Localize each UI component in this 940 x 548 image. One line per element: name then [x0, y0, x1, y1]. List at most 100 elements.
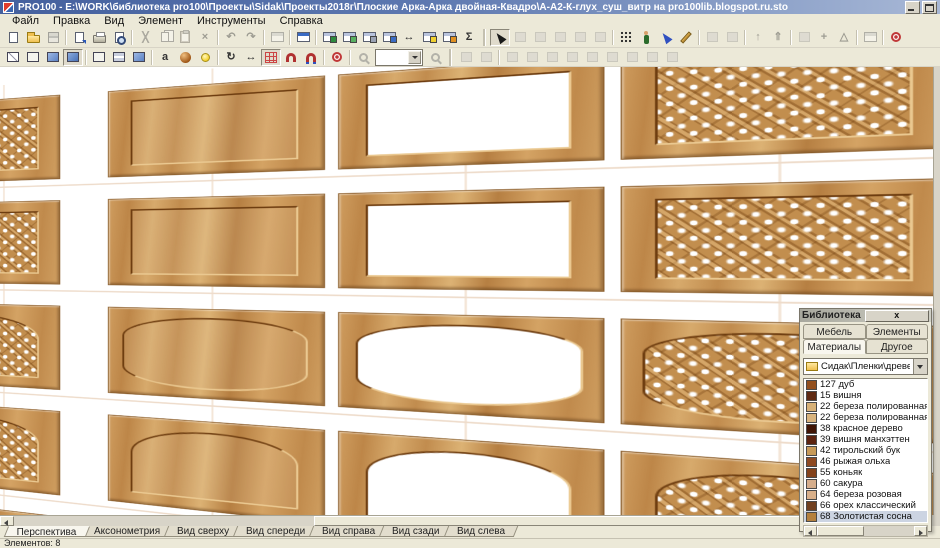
cabinet-door-glass[interactable] [338, 187, 604, 292]
cabinet-door-arch-glass[interactable] [338, 431, 604, 516]
cabinet-door-lattice[interactable] [0, 496, 60, 516]
cabinet-door-arch-lattice[interactable] [0, 302, 60, 390]
element-properties-button[interactable] [267, 29, 287, 46]
walk-tool-button[interactable] [510, 29, 530, 46]
library-tab-мебель[interactable]: Мебель [803, 324, 866, 339]
zoom-out-button[interactable] [353, 49, 373, 66]
collision-check-button[interactable] [886, 29, 906, 46]
material-item[interactable]: 22 береза полированная [804, 401, 927, 412]
material-item[interactable]: 60 сакура [804, 478, 927, 489]
view-wireframe-button[interactable] [3, 49, 23, 66]
center-vertical-button[interactable] [602, 49, 622, 66]
align-top-button[interactable] [542, 49, 562, 66]
view-textures-button[interactable] [63, 49, 83, 66]
vertical-scrollbar[interactable] [933, 67, 940, 516]
panel-dimensions-button[interactable]: ↔ [399, 29, 419, 46]
delete-button[interactable]: × [195, 29, 215, 46]
title-bar[interactable]: PRO100 - E:\WORK\библиотека pro100\Проек… [0, 0, 940, 14]
move-element-button[interactable]: + [814, 29, 834, 46]
scroll-left-arrow[interactable] [0, 516, 14, 526]
view-sketch-button[interactable] [23, 49, 43, 66]
list-scroll-thumb[interactable] [817, 526, 864, 536]
material-item[interactable]: 127 дуб [804, 379, 927, 390]
material-item[interactable]: 38 красное дерево [804, 423, 927, 434]
panel-report-button[interactable] [379, 29, 399, 46]
view-tab-вид-сзади[interactable]: Вид сзади [379, 526, 453, 537]
material-list[interactable]: 127 дуб15 вишня22 береза полированная22 … [803, 378, 928, 523]
cabinet-door-glass[interactable] [338, 67, 604, 170]
view-tab-перспектива[interactable]: Перспектива [4, 526, 90, 537]
library-tab-другое[interactable]: Другое [866, 339, 929, 354]
center-horizontal-button[interactable] [582, 49, 602, 66]
menu-item-файл[interactable]: Файл [5, 15, 46, 27]
snap-points-button[interactable] [616, 29, 636, 46]
person-view-button[interactable] [636, 29, 656, 46]
cabinet-door-quadro-glass[interactable] [338, 312, 604, 423]
rotate-element-button[interactable] [794, 29, 814, 46]
panel-accessories-button[interactable] [439, 29, 459, 46]
view-tab-вид-справа[interactable]: Вид справа [309, 526, 389, 537]
cut-button[interactable] [135, 29, 155, 46]
print-preview-button[interactable] [109, 29, 129, 46]
library-close-icon[interactable]: x [865, 310, 930, 322]
maximize-button[interactable] [922, 1, 937, 14]
print-button[interactable] [89, 29, 109, 46]
menu-item-инструменты[interactable]: Инструменты [190, 15, 273, 27]
cabinet-door-panel[interactable] [108, 194, 325, 288]
project-properties-button[interactable] [293, 29, 313, 46]
export-image-button[interactable] [69, 29, 89, 46]
select-elements-button[interactable] [656, 29, 676, 46]
copy-button[interactable] [155, 29, 175, 46]
material-item[interactable]: 22 береза полированная-скан [804, 412, 927, 423]
distribute-horizontal-button[interactable] [622, 49, 642, 66]
cabinet-door-lattice[interactable] [621, 178, 933, 297]
list-scroll-track[interactable] [864, 526, 914, 536]
menu-item-справка[interactable]: Справка [273, 15, 330, 27]
panel-elements-button[interactable] [319, 29, 339, 46]
design-canvas[interactable] [0, 67, 933, 516]
paste-button[interactable] [175, 29, 195, 46]
select-tool-button[interactable] [490, 29, 510, 46]
material-item[interactable]: 15 вишня [804, 390, 927, 401]
align-right-button[interactable] [522, 49, 542, 66]
library-title-bar[interactable]: Библиотека x [800, 309, 931, 322]
new-document-button[interactable] [3, 29, 23, 46]
zoom-in-button[interactable] [425, 49, 445, 66]
list-scroll-left-arrow[interactable] [804, 526, 817, 536]
menu-item-правка[interactable]: Правка [46, 15, 97, 27]
cabinet-door-lattice[interactable] [0, 200, 60, 284]
library-path-combobox[interactable]: Сидак\Пленки\древесные [803, 358, 928, 375]
show-solid-button[interactable] [129, 49, 149, 66]
zoom-window-button[interactable] [476, 49, 496, 66]
fit-to-wall-button[interactable] [662, 49, 682, 66]
shape-tool-button[interactable] [590, 29, 610, 46]
snap-magnet-button[interactable] [281, 49, 301, 66]
cabinet-door-quadro-panel[interactable] [108, 307, 325, 406]
align-bottom-button[interactable] [562, 49, 582, 66]
show-contours-button[interactable] [109, 49, 129, 66]
pan-view-button[interactable] [456, 49, 476, 66]
cabinet-door-lattice[interactable] [0, 95, 60, 185]
orbit-view-button[interactable]: ↻ [221, 49, 241, 66]
panel-price-list-button[interactable] [339, 29, 359, 46]
edit-nodes-tool-button[interactable] [550, 29, 570, 46]
move-up-level-button[interactable]: ↑ [748, 29, 768, 46]
library-tab-материалы[interactable]: Материалы [803, 339, 866, 354]
view-tab-вид-сверху[interactable]: Вид сверху [164, 526, 243, 537]
group-button[interactable] [702, 29, 722, 46]
library-panel[interactable]: Библиотека x МебельЭлементыМатериалыДруг… [799, 308, 932, 532]
distribute-vertical-button[interactable] [642, 49, 662, 66]
material-item[interactable]: 39 вишня манхэттен [804, 434, 927, 445]
library-tab-элементы[interactable]: Элементы [866, 324, 929, 339]
panel-find-button[interactable] [359, 29, 379, 46]
cabinet-door-lattice[interactable] [621, 67, 933, 160]
panel-materials-button[interactable] [419, 29, 439, 46]
center-view-button[interactable] [327, 49, 347, 66]
material-item[interactable]: 64 береза розовая [804, 489, 927, 500]
element-window-button[interactable] [860, 29, 880, 46]
view-tab-вид-спереди[interactable]: Вид спереди [233, 526, 319, 537]
menu-item-элемент[interactable]: Элемент [131, 15, 190, 27]
library-list-scrollbar[interactable] [803, 525, 928, 537]
material-item[interactable]: 68 Золотистая сосна [804, 511, 927, 522]
show-dimensions-button[interactable]: ↔ [241, 49, 261, 66]
